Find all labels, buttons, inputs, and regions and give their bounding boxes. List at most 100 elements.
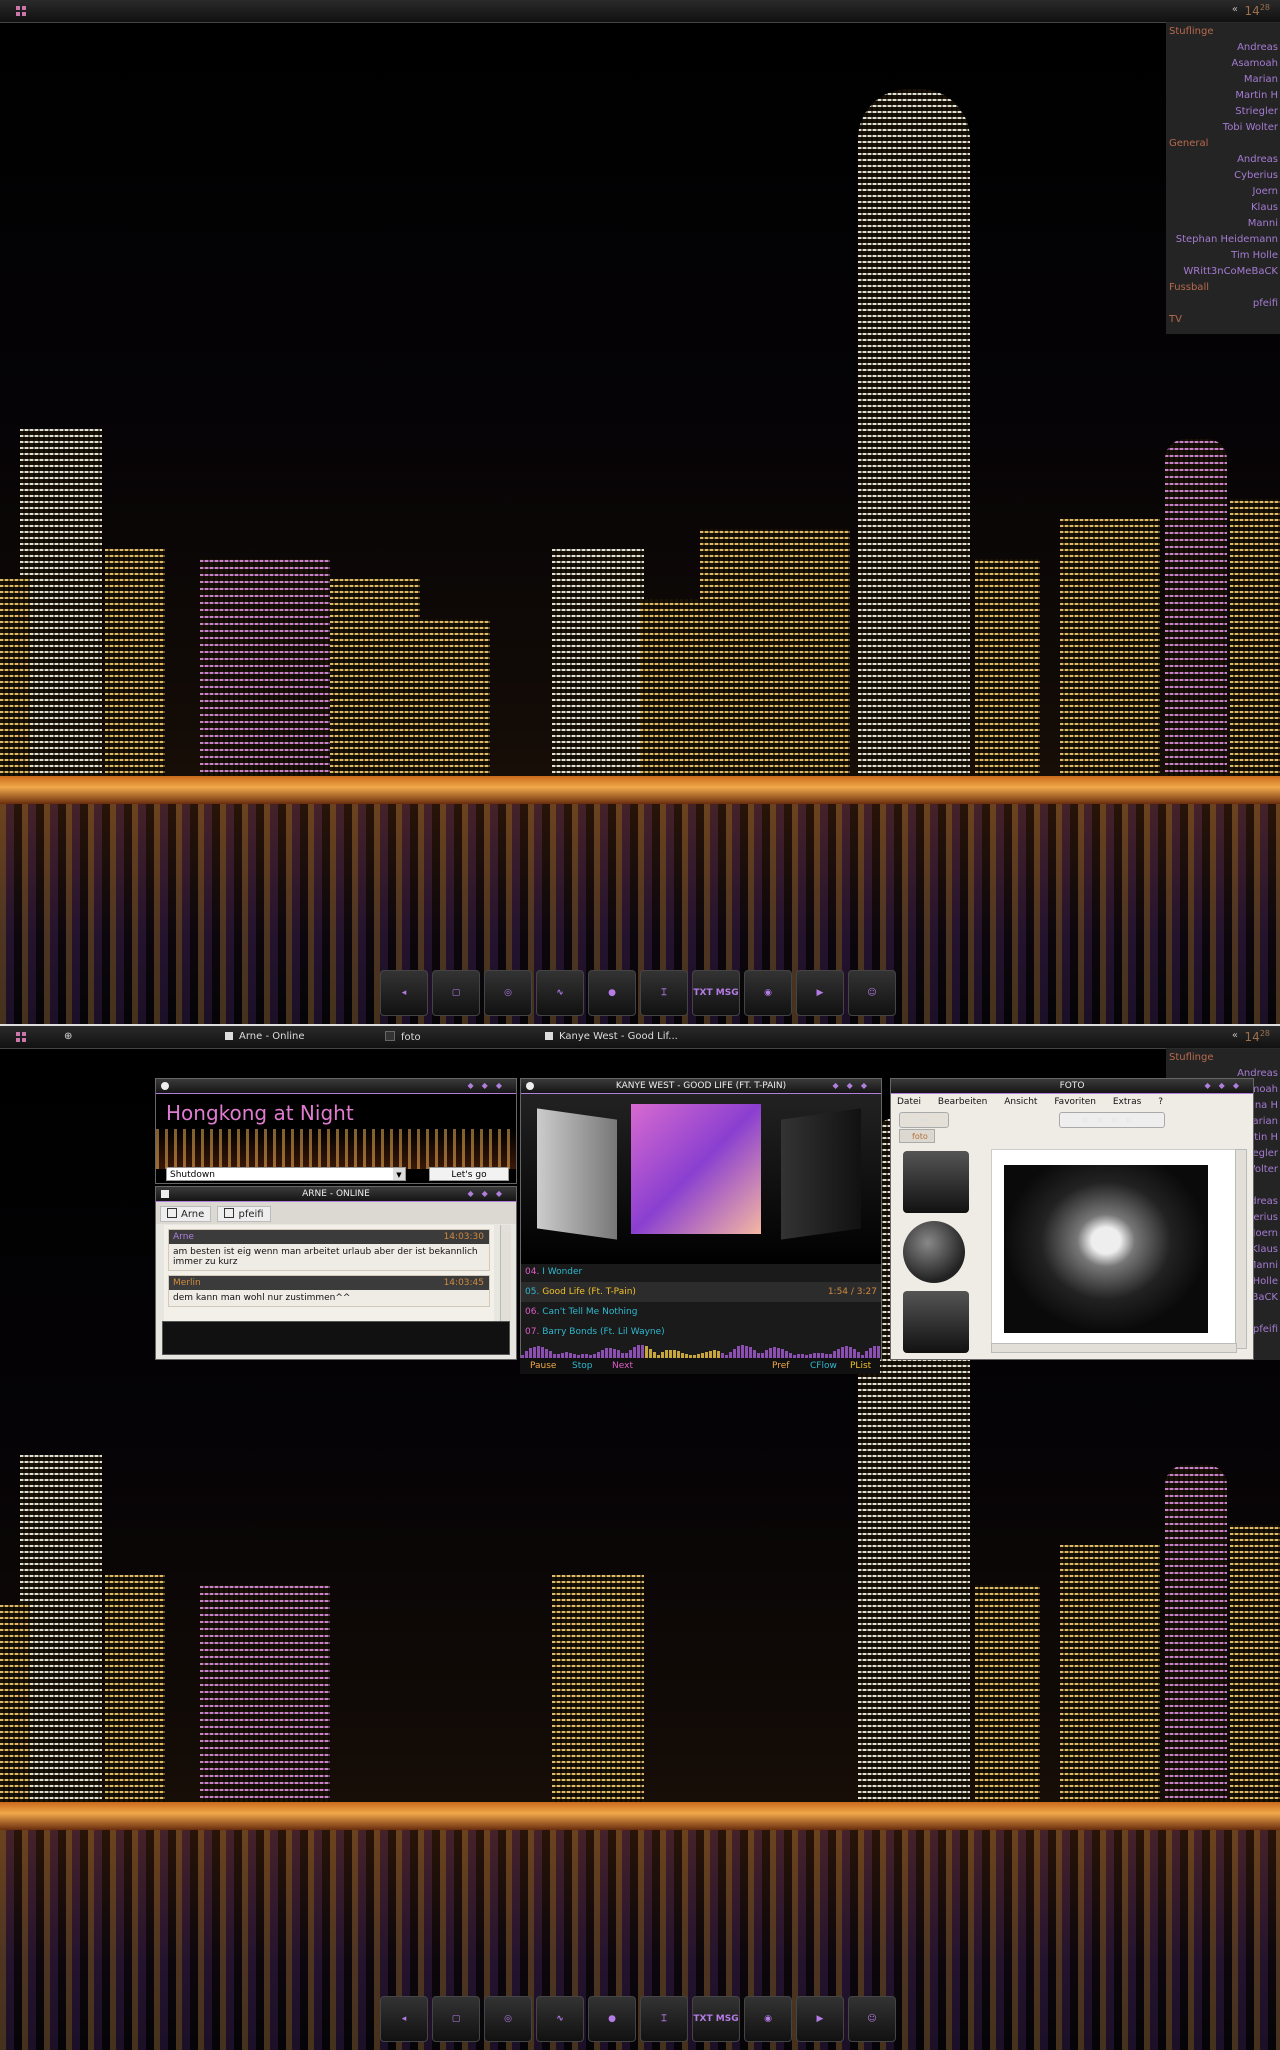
next-button[interactable]: Next xyxy=(612,1358,633,1374)
clock[interactable]: 1428 xyxy=(1245,1029,1270,1044)
tab-arne[interactable]: Arne xyxy=(160,1206,212,1222)
settings-icon[interactable]: ◉ xyxy=(744,970,792,1016)
back-forward-icon[interactable]: ◂ ▸ xyxy=(899,1112,949,1128)
terminal-icon[interactable]: ⌶ xyxy=(640,970,688,1016)
apps-icon[interactable]: ● xyxy=(588,1996,636,2042)
visualizer-bar xyxy=(845,1346,848,1358)
contact-group-header[interactable]: Stuflinge xyxy=(1166,24,1278,40)
track-item[interactable]: 07. Barry Bonds (Ft. Lil Wayne) xyxy=(521,1322,881,1342)
track-item[interactable]: 06. Can't Tell Me Nothing xyxy=(521,1302,881,1322)
widget-titlebar[interactable]: ◆◆◆ xyxy=(156,1079,516,1094)
folder-thumbnail[interactable] xyxy=(903,1151,969,1213)
contact-item[interactable]: pfeifi xyxy=(1166,296,1278,312)
dock: ◂ ▢ ◎ ∿ ● ⌶ TXT MSG ◉ ▶ ☺ xyxy=(380,970,896,1016)
pause-button[interactable]: Pause xyxy=(530,1358,556,1374)
task-chat[interactable]: Arne - Online xyxy=(225,1031,305,1042)
window-controls-icon[interactable]: ◆◆◆ xyxy=(1205,1079,1247,1093)
menu-ansicht[interactable]: Ansicht xyxy=(1004,1097,1037,1107)
menu-bearbeiten[interactable]: Bearbeiten xyxy=(938,1097,987,1107)
contact-item[interactable]: Striegler xyxy=(1166,104,1278,120)
task-foto[interactable]: foto xyxy=(385,1031,421,1043)
back-icon[interactable]: ◂ xyxy=(380,1996,428,2042)
clock[interactable]: 1428 xyxy=(1245,3,1270,18)
window-controls-icon[interactable]: ◆◆◆ xyxy=(468,1079,510,1093)
txt-msg-icon[interactable]: TXT MSG xyxy=(692,970,740,1016)
contact-group-header[interactable]: TV xyxy=(1166,312,1278,328)
start-menu-icon[interactable] xyxy=(16,1032,26,1042)
contact-item[interactable]: Andreas xyxy=(1166,152,1278,168)
settings-icon[interactable]: ◉ xyxy=(744,1996,792,2042)
album-cover[interactable] xyxy=(781,1108,861,1240)
finder-icon[interactable]: ☺ xyxy=(848,1996,896,2042)
contact-item[interactable]: Klaus xyxy=(1166,200,1278,216)
start-menu-icon[interactable] xyxy=(16,6,26,16)
window-icon[interactable]: ▢ xyxy=(432,970,480,1016)
horizontal-scrollbar[interactable] xyxy=(991,1343,1237,1353)
visualizer-bar xyxy=(669,1350,672,1358)
tray-collapse-icon[interactable]: « xyxy=(1232,1030,1238,1041)
power-icon[interactable] xyxy=(161,1082,169,1090)
activity-monitor-icon[interactable]: ∿ xyxy=(536,970,584,1016)
contact-item[interactable]: Cyberius xyxy=(1166,168,1278,184)
view-mode-icon[interactable]: ▫▫▫▫ xyxy=(1059,1112,1165,1128)
video-icon[interactable]: ▶ xyxy=(796,1996,844,2042)
contact-item[interactable]: Tobi Wolter xyxy=(1166,120,1278,136)
menu-favoriten[interactable]: Favoriten xyxy=(1054,1097,1096,1107)
chat-titlebar[interactable]: ARNE - ONLINE ◆◆◆ xyxy=(156,1187,516,1202)
track-item[interactable]: 05. Good Life (Ft. T-Pain) 1:54 / 3:27 xyxy=(521,1282,881,1302)
contact-group-header[interactable]: General xyxy=(1166,136,1278,152)
track-item[interactable]: 04. I Wonder xyxy=(521,1262,881,1282)
coverflow-button[interactable]: CFlow xyxy=(810,1358,837,1374)
contact-item[interactable]: Asamoah xyxy=(1166,56,1278,72)
menu-help[interactable]: ? xyxy=(1158,1097,1163,1107)
contact-item[interactable]: Andreas xyxy=(1166,40,1278,56)
chat-scrollbar[interactable] xyxy=(500,1225,511,1321)
playlist-button[interactable]: PList xyxy=(850,1358,871,1374)
contact-item[interactable]: Joern xyxy=(1166,184,1279,200)
visualizer-bar xyxy=(773,1347,776,1358)
network-icon[interactable]: ◎ xyxy=(484,970,532,1016)
contact-group-header[interactable]: Fussball xyxy=(1166,280,1278,296)
chat-input[interactable] xyxy=(162,1321,510,1355)
foto-titlebar[interactable]: FOTO ◆◆◆ xyxy=(891,1079,1253,1094)
video-icon[interactable]: ▶ xyxy=(796,970,844,1016)
album-cover[interactable] xyxy=(537,1108,617,1240)
task-player[interactable]: Kanye West - Good Lif... xyxy=(545,1031,678,1042)
tab-foto[interactable]: foto xyxy=(899,1129,935,1143)
window-icon[interactable]: ▢ xyxy=(432,1996,480,2042)
contact-item[interactable]: Marian xyxy=(1166,72,1278,88)
menu-datei[interactable]: Datei xyxy=(897,1097,921,1107)
window-controls-icon[interactable]: ◆◆◆ xyxy=(468,1187,510,1201)
visualizer-bar xyxy=(837,1349,840,1358)
contact-item[interactable]: Stephan Heidemann xyxy=(1166,232,1278,248)
txt-msg-icon[interactable]: TXT MSG xyxy=(692,1996,740,2042)
vertical-scrollbar[interactable] xyxy=(1235,1149,1247,1349)
sphere-thumbnail[interactable] xyxy=(903,1221,965,1283)
back-icon[interactable]: ◂ xyxy=(380,970,428,1016)
network-icon[interactable]: ◎ xyxy=(484,1996,532,2042)
download-icon[interactable]: ⊕ xyxy=(64,1031,72,1042)
lets-go-button[interactable]: Let's go xyxy=(429,1167,509,1181)
player-titlebar[interactable]: KANYE WEST - GOOD LIFE (FT. T-PAIN) ◆◆◆ xyxy=(521,1079,881,1094)
tab-pfeifi[interactable]: pfeifi xyxy=(217,1206,271,1222)
disc-thumbnail[interactable] xyxy=(903,1291,969,1353)
activity-monitor-icon[interactable]: ∿ xyxy=(536,1996,584,2042)
apps-icon[interactable]: ● xyxy=(588,970,636,1016)
contact-item[interactable]: Manni xyxy=(1166,216,1278,232)
top-bar: ⊕ Arne - Online foto Kanye West - Good L… xyxy=(0,1026,1280,1049)
chat-message: Arne 14:03:30 am besten ist eig wenn man … xyxy=(168,1229,490,1271)
stop-button[interactable]: Stop xyxy=(572,1358,592,1374)
window-controls-icon[interactable]: ◆◆◆ xyxy=(833,1079,875,1093)
contact-item[interactable]: WRitt3nCoMeBaCK xyxy=(1166,264,1278,280)
contact-group-header[interactable]: Stuflinge xyxy=(1166,1050,1278,1066)
pref-button[interactable]: Pref xyxy=(772,1358,789,1374)
cover-flow[interactable] xyxy=(521,1094,881,1264)
finder-icon[interactable]: ☺ xyxy=(848,970,896,1016)
menu-extras[interactable]: Extras xyxy=(1113,1097,1141,1107)
shutdown-select[interactable]: Shutdown ▼ xyxy=(166,1167,406,1181)
contact-item[interactable]: Tim Holle xyxy=(1166,248,1278,264)
album-cover[interactable] xyxy=(631,1104,761,1234)
contact-item[interactable]: Martin H xyxy=(1166,88,1278,104)
tray-collapse-icon[interactable]: « xyxy=(1232,4,1238,15)
terminal-icon[interactable]: ⌶ xyxy=(640,1996,688,2042)
